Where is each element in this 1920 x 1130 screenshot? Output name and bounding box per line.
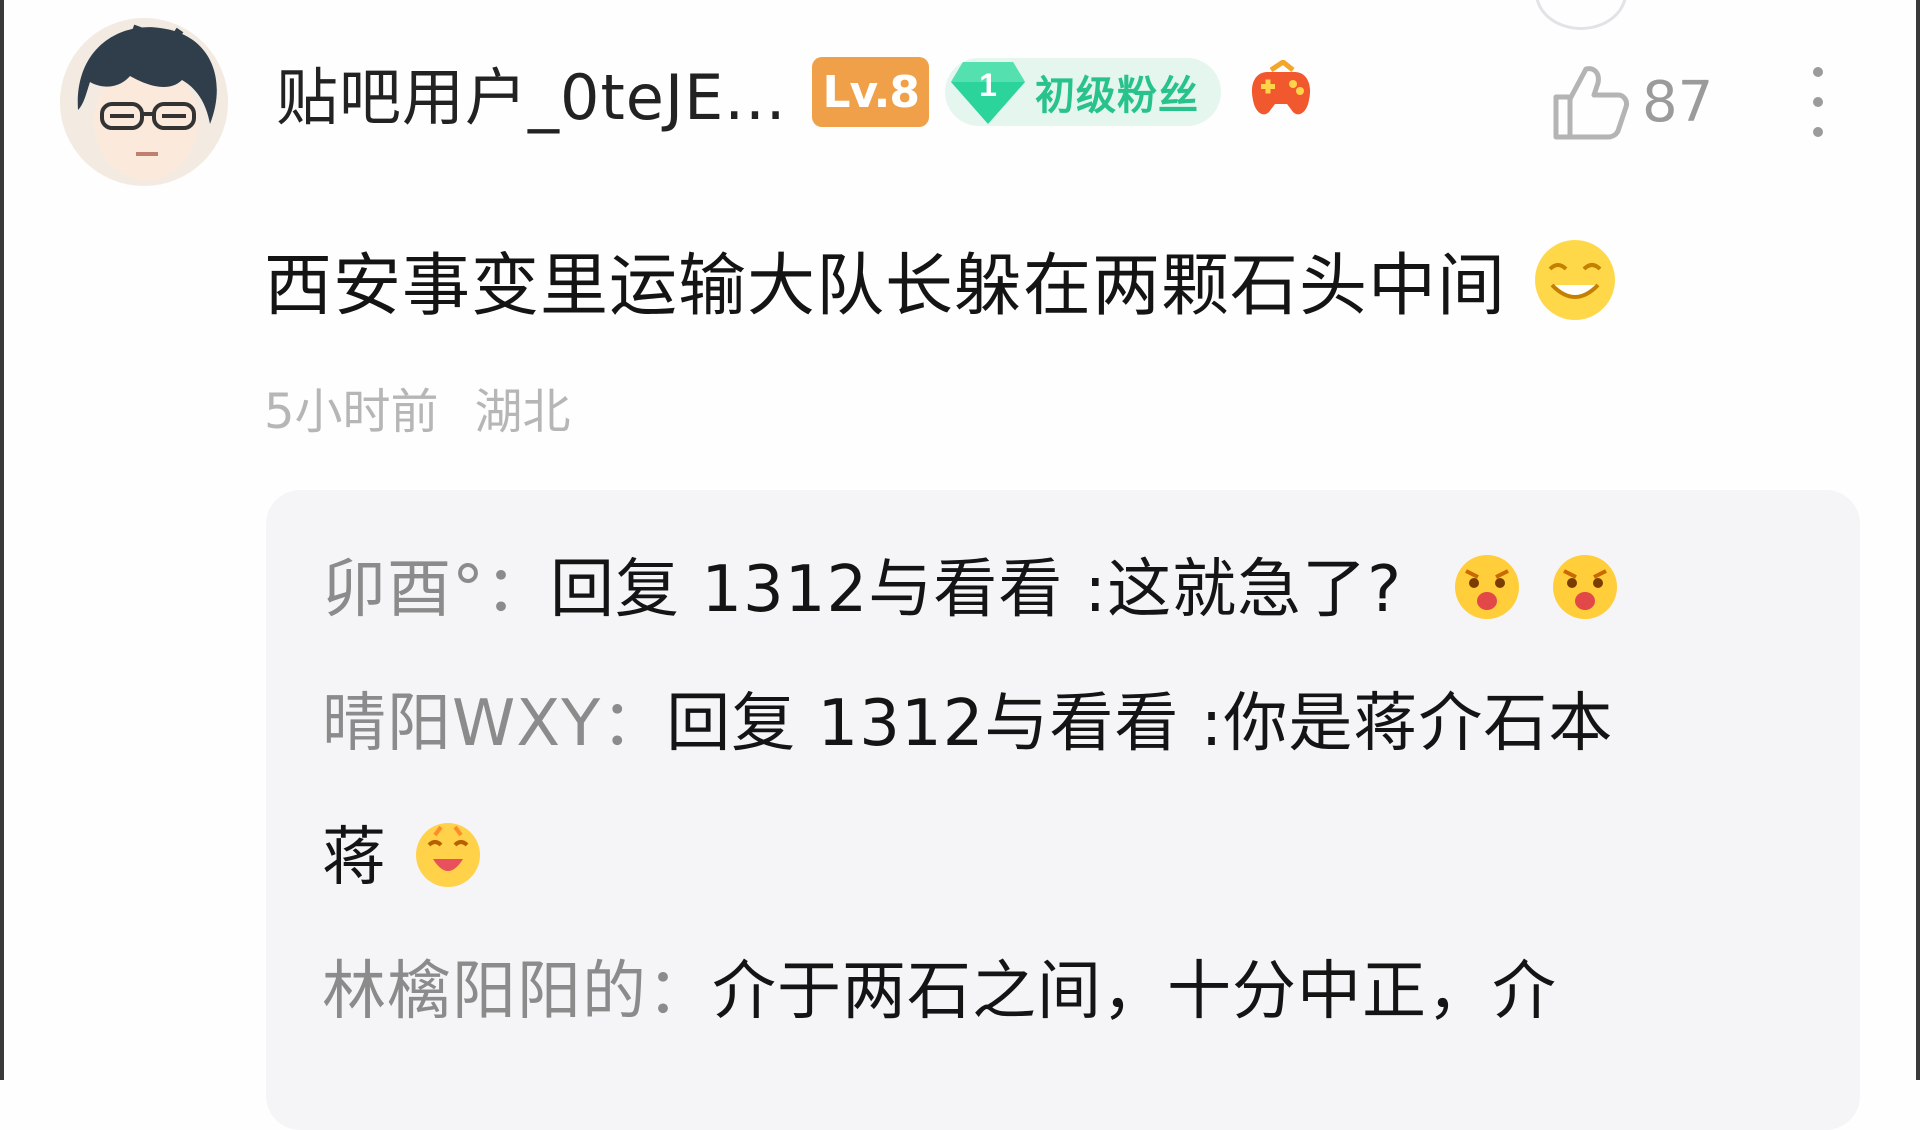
fan-badge-label: 初级粉丝 — [1034, 73, 1199, 119]
fan-gem-icon: 1 — [950, 62, 1025, 124]
thumbs-up-icon — [1553, 66, 1629, 140]
avatar[interactable] — [60, 18, 228, 186]
reply-item[interactable]: 林檎阳阳的： 介于两石之间，十分中正，介 — [322, 940, 1557, 1032]
reply-author[interactable]: 卯酉°： — [322, 538, 550, 630]
reply-author[interactable]: 林檎阳阳的： — [322, 940, 712, 1032]
game-controller-icon — [1251, 60, 1311, 115]
comment-header: 贴吧用户_0teJE... Lv.8 1 初级粉丝 — [276, 52, 1319, 134]
shocked-emoji — [1553, 555, 1618, 619]
username[interactable]: 贴吧用户_0teJE... — [276, 47, 786, 137]
reply-item-continued[interactable]: 蒋 — [322, 806, 485, 898]
comment-text: 西安事变里运输大队长躲在两颗石头中间 — [264, 230, 1618, 329]
like-button[interactable]: 87 — [1548, 58, 1713, 146]
reply-body: 介于两石之间，十分中正，介 — [712, 955, 1557, 1029]
frame-edge-right — [1916, 0, 1920, 1080]
previous-item-outline — [1535, 0, 1627, 30]
like-count: 87 — [1642, 69, 1714, 135]
laughing-emoji — [416, 823, 480, 887]
reply-author[interactable]: 晴阳WXY： — [322, 672, 666, 764]
reply-item[interactable]: 卯酉°： 回复 1312与看看 :这就急了? — [322, 538, 1622, 630]
frame-edge-left — [0, 0, 4, 1080]
comment-time: 5小时前 — [264, 384, 439, 440]
smile-emoji-icon — [1535, 239, 1616, 320]
replies-box[interactable]: 卯酉°： 回复 1312与看看 :这就急了? 晴阳WXY： 回复 1312与看看… — [266, 490, 1860, 1130]
more-vertical-icon[interactable] — [1800, 62, 1836, 142]
reply-item[interactable]: 晴阳WXY： 回复 1312与看看 :你是蒋介石本 — [322, 672, 1613, 764]
reply-body: 回复 1312与看看 :这就急了? — [550, 553, 1403, 627]
shocked-emoji — [1455, 555, 1520, 619]
comment-location: 湖北 — [474, 384, 571, 440]
level-badge: Lv.8 — [812, 57, 929, 127]
reply-body-continued: 蒋 — [322, 821, 387, 895]
comment-body: 西安事变里运输大队长躲在两颗石头中间 — [264, 247, 1507, 326]
fan-badge[interactable]: 1 初级粉丝 — [944, 58, 1221, 126]
reply-body: 回复 1312与看看 :你是蒋介石本 — [666, 687, 1614, 761]
comment-meta: 5小时前 湖北 — [264, 372, 571, 442]
fan-level-number: 1 — [979, 67, 997, 103]
